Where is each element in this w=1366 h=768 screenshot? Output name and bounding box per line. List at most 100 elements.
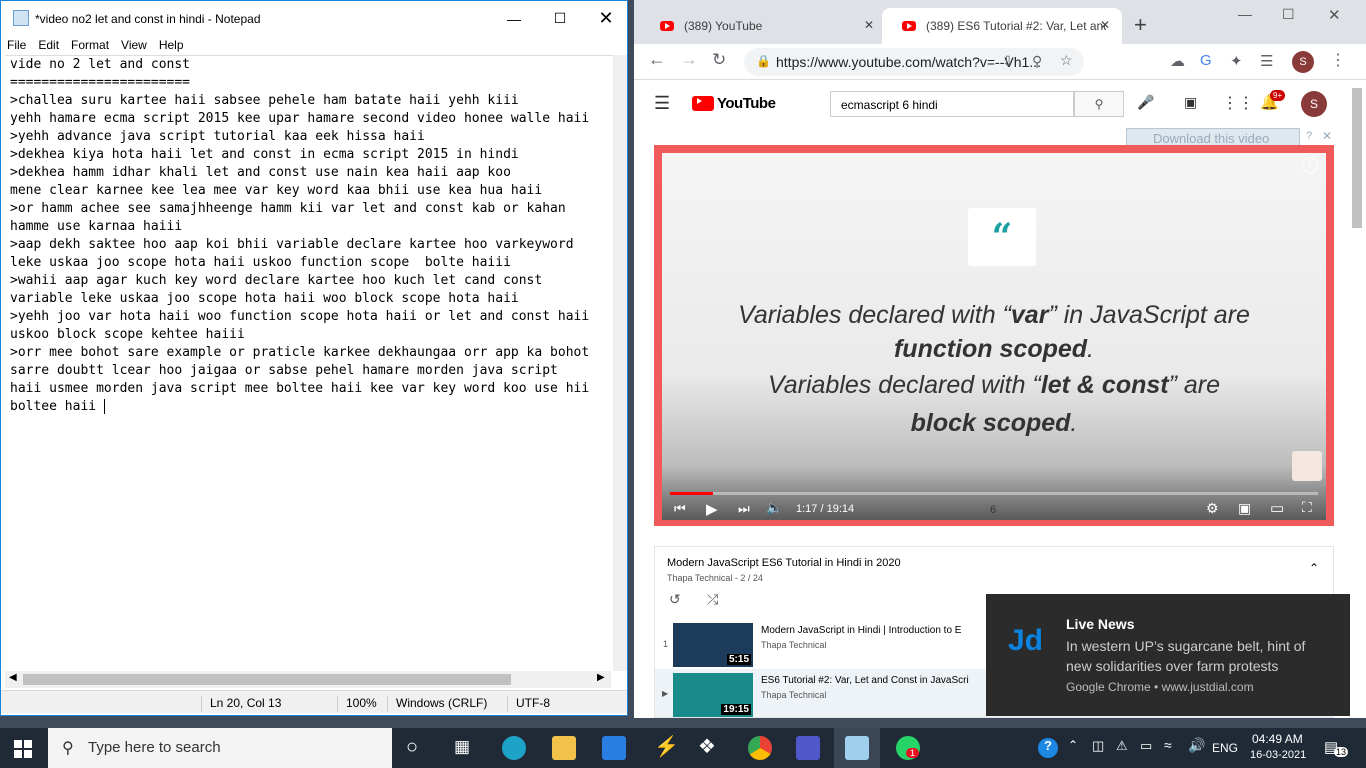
tab-close-icon[interactable]: ✕	[864, 18, 874, 32]
winamp-icon[interactable]: ⚡	[654, 734, 679, 759]
device-icon[interactable]: ◫	[1092, 738, 1104, 754]
taskbar-search-box[interactable]: ⚲ Type here to search	[48, 728, 392, 768]
youtube-search-input[interactable]: ecmascript 6 hindi	[830, 91, 1074, 117]
bookmark-star-icon[interactable]: ☆	[1060, 52, 1073, 69]
profile-avatar[interactable]: S	[1292, 51, 1314, 73]
menu-file[interactable]: File	[1, 36, 32, 55]
scroll-left-icon[interactable]: ◀	[9, 672, 17, 683]
cortana-icon[interactable]: ○	[406, 736, 418, 759]
language-indicator[interactable]: ENG	[1212, 741, 1238, 755]
notepad-text-area[interactable]: vide no 2 let and const =================…	[5, 55, 611, 671]
text-line: uskoo block scope kehtee haiii	[10, 327, 245, 342]
chrome-minimize-button[interactable]: —	[1238, 6, 1252, 22]
address-bar[interactable]: 🔒 https://www.youtube.com/watch?v=--Vh1.…	[744, 48, 1084, 76]
close-button[interactable]: ✕	[583, 1, 629, 36]
search-icon: ⚲	[62, 740, 74, 757]
chrome-maximize-button[interactable]: ☐	[1282, 6, 1295, 23]
lock-icon: 🔒	[756, 54, 771, 68]
toast-body: In western UP’s sugarcane belt, hint of …	[1066, 638, 1306, 674]
windows-start-icon[interactable]	[14, 740, 32, 758]
new-tab-button[interactable]: +	[1134, 12, 1147, 38]
hamburger-icon[interactable]: ☰	[654, 93, 670, 114]
install-icon[interactable]: ⇩	[1002, 53, 1014, 70]
back-icon[interactable]: ←	[648, 49, 666, 70]
chrome-menu-icon[interactable]: ⋮	[1330, 50, 1346, 70]
progress-bar[interactable]	[670, 492, 1318, 495]
tab-close-icon[interactable]: ✕	[1100, 18, 1110, 32]
notepad-taskbar-button[interactable]	[834, 728, 880, 768]
chevron-up-icon[interactable]: ⌃	[1309, 561, 1319, 575]
tab-es6-tutorial[interactable]: (389) ES6 Tutorial #2: Var, Let and ✕	[882, 8, 1122, 44]
cloud-icon[interactable]: ☁	[1170, 52, 1185, 70]
reload-icon[interactable]: ↻	[712, 50, 726, 70]
show-hidden-icons-icon[interactable]: ⌃	[1068, 738, 1078, 752]
video-player[interactable]: i “ Variables declared with “var” in Jav…	[654, 145, 1334, 526]
dropbox-icon[interactable]: ❖	[698, 734, 716, 759]
notepad-titlebar[interactable]: *video no2 let and const in hindi - Note…	[1, 1, 627, 36]
fullscreen-icon[interactable]: ⛶	[1302, 499, 1312, 516]
text-line: >wahii aap agar kuch key word declare ka…	[10, 273, 543, 288]
whatsapp-badge: 1	[906, 748, 920, 758]
download-close-icon[interactable]: ✕	[1322, 129, 1332, 143]
file-explorer-icon[interactable]	[552, 736, 576, 760]
volume-tray-icon[interactable]: 🔊	[1188, 737, 1205, 754]
vertical-scrollbar[interactable]	[613, 55, 627, 671]
next-icon[interactable]: ⏭	[738, 501, 750, 517]
settings-gear-icon[interactable]: ⚙	[1206, 500, 1219, 517]
download-help-icon[interactable]: ?	[1306, 130, 1312, 142]
info-icon[interactable]: i	[1302, 157, 1318, 173]
clock-date[interactable]: 16-03-2021	[1250, 749, 1306, 761]
menu-view[interactable]: View	[115, 36, 153, 55]
menu-edit[interactable]: Edit	[32, 36, 65, 55]
tab-youtube-home[interactable]: (389) YouTube ✕	[640, 8, 882, 44]
apps-grid-icon[interactable]: ⋮⋮	[1222, 93, 1254, 113]
help-icon[interactable]: ?	[1038, 738, 1058, 758]
scroll-thumb[interactable]	[23, 674, 511, 685]
maximize-button[interactable]: ☐	[537, 1, 583, 36]
zoom-icon[interactable]: ⚲	[1032, 53, 1042, 70]
edge-icon[interactable]	[502, 736, 526, 760]
youtube-search-button[interactable]: ⚲	[1074, 91, 1124, 117]
chrome-close-button[interactable]: ✕	[1328, 6, 1341, 24]
page-scrollbar-thumb[interactable]	[1352, 88, 1362, 228]
horizontal-scrollbar[interactable]: ◀ ▶	[5, 671, 611, 688]
translate-icon[interactable]: G	[1200, 52, 1212, 69]
video-frame[interactable]: i “ Variables declared with “var” in Jav…	[662, 153, 1326, 520]
youtube-logo[interactable]: YouTube	[692, 95, 776, 112]
text-line: hamme use karnaa haiii	[10, 219, 183, 234]
theater-mode-icon[interactable]: ▭	[1270, 499, 1284, 517]
extensions-icon[interactable]: ✦	[1230, 52, 1243, 70]
forward-icon[interactable]: →	[680, 49, 698, 70]
wifi-icon[interactable]: ≈	[1164, 737, 1172, 753]
loop-icon[interactable]: ↺	[669, 591, 681, 608]
mic-icon[interactable]: 🎤	[1137, 94, 1154, 111]
chrome-taskbar-icon[interactable]	[748, 736, 772, 760]
shuffle-icon[interactable]: ⤮	[707, 591, 718, 608]
menu-format[interactable]: Format	[65, 36, 115, 55]
playlist-title[interactable]: Modern JavaScript ES6 Tutorial in Hindi …	[667, 557, 901, 569]
mail-icon[interactable]	[602, 736, 626, 760]
play-icon[interactable]: ▶	[706, 500, 718, 518]
item-channel: Thapa Technical	[761, 690, 827, 700]
tab-label: (389) ES6 Tutorial #2: Var, Let and	[926, 19, 1106, 33]
create-video-icon[interactable]: ▣	[1184, 94, 1197, 111]
youtube-avatar[interactable]: S	[1301, 91, 1327, 117]
media-icon[interactable]: ☰	[1260, 52, 1273, 70]
text-line: >challea suru kartee haii sabsee pehele …	[10, 93, 519, 108]
miniplayer-icon[interactable]: ▣	[1238, 500, 1251, 517]
text-line: >or hamm achee see samajhheenge hamm kii…	[10, 201, 566, 216]
text-line: variable leke uskaa joo scope hota haii …	[10, 291, 519, 306]
volume-icon[interactable]: 🔈	[766, 500, 782, 516]
task-view-icon[interactable]: ▦	[454, 737, 470, 757]
channel-watermark[interactable]	[1292, 451, 1322, 481]
security-icon[interactable]: ⚠	[1116, 738, 1128, 754]
text-line: >dekhea kiya hota haii let and const in …	[10, 147, 519, 162]
news-toast[interactable]: Jd Live News In western UP’s sugarcane b…	[986, 594, 1350, 716]
clock-time[interactable]: 04:49 AM	[1252, 732, 1303, 746]
previous-icon[interactable]: ⏮	[674, 501, 686, 517]
teams-icon[interactable]	[796, 736, 820, 760]
menu-help[interactable]: Help	[153, 36, 190, 55]
battery-icon[interactable]: ▭	[1140, 738, 1152, 754]
minimize-button[interactable]: —	[491, 1, 537, 36]
scroll-right-icon[interactable]: ▶	[597, 672, 605, 683]
